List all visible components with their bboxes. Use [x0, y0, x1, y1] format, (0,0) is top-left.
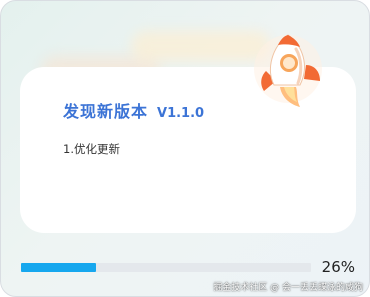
- rocket-icon: [254, 34, 322, 107]
- progress-percent: 26%: [321, 258, 355, 276]
- release-notes: 1.优化更新: [63, 142, 120, 156]
- download-progress-bar: [21, 263, 311, 272]
- progress-fill: [21, 263, 97, 272]
- title-row: 发现新版本 V1.1.0: [63, 98, 204, 122]
- decor-blob-right: [131, 31, 271, 61]
- dialog-title: 发现新版本: [63, 102, 149, 121]
- version-label: V1.1.0: [157, 106, 205, 121]
- update-dialog: 发现新版本 V1.1.0 1.优化更新 26% 掘金技术社区 @ 会一丢丢蝶泳的…: [0, 0, 370, 297]
- watermark: 掘金技术社区 @ 会一丢丢蝶泳的咸狗: [213, 283, 363, 293]
